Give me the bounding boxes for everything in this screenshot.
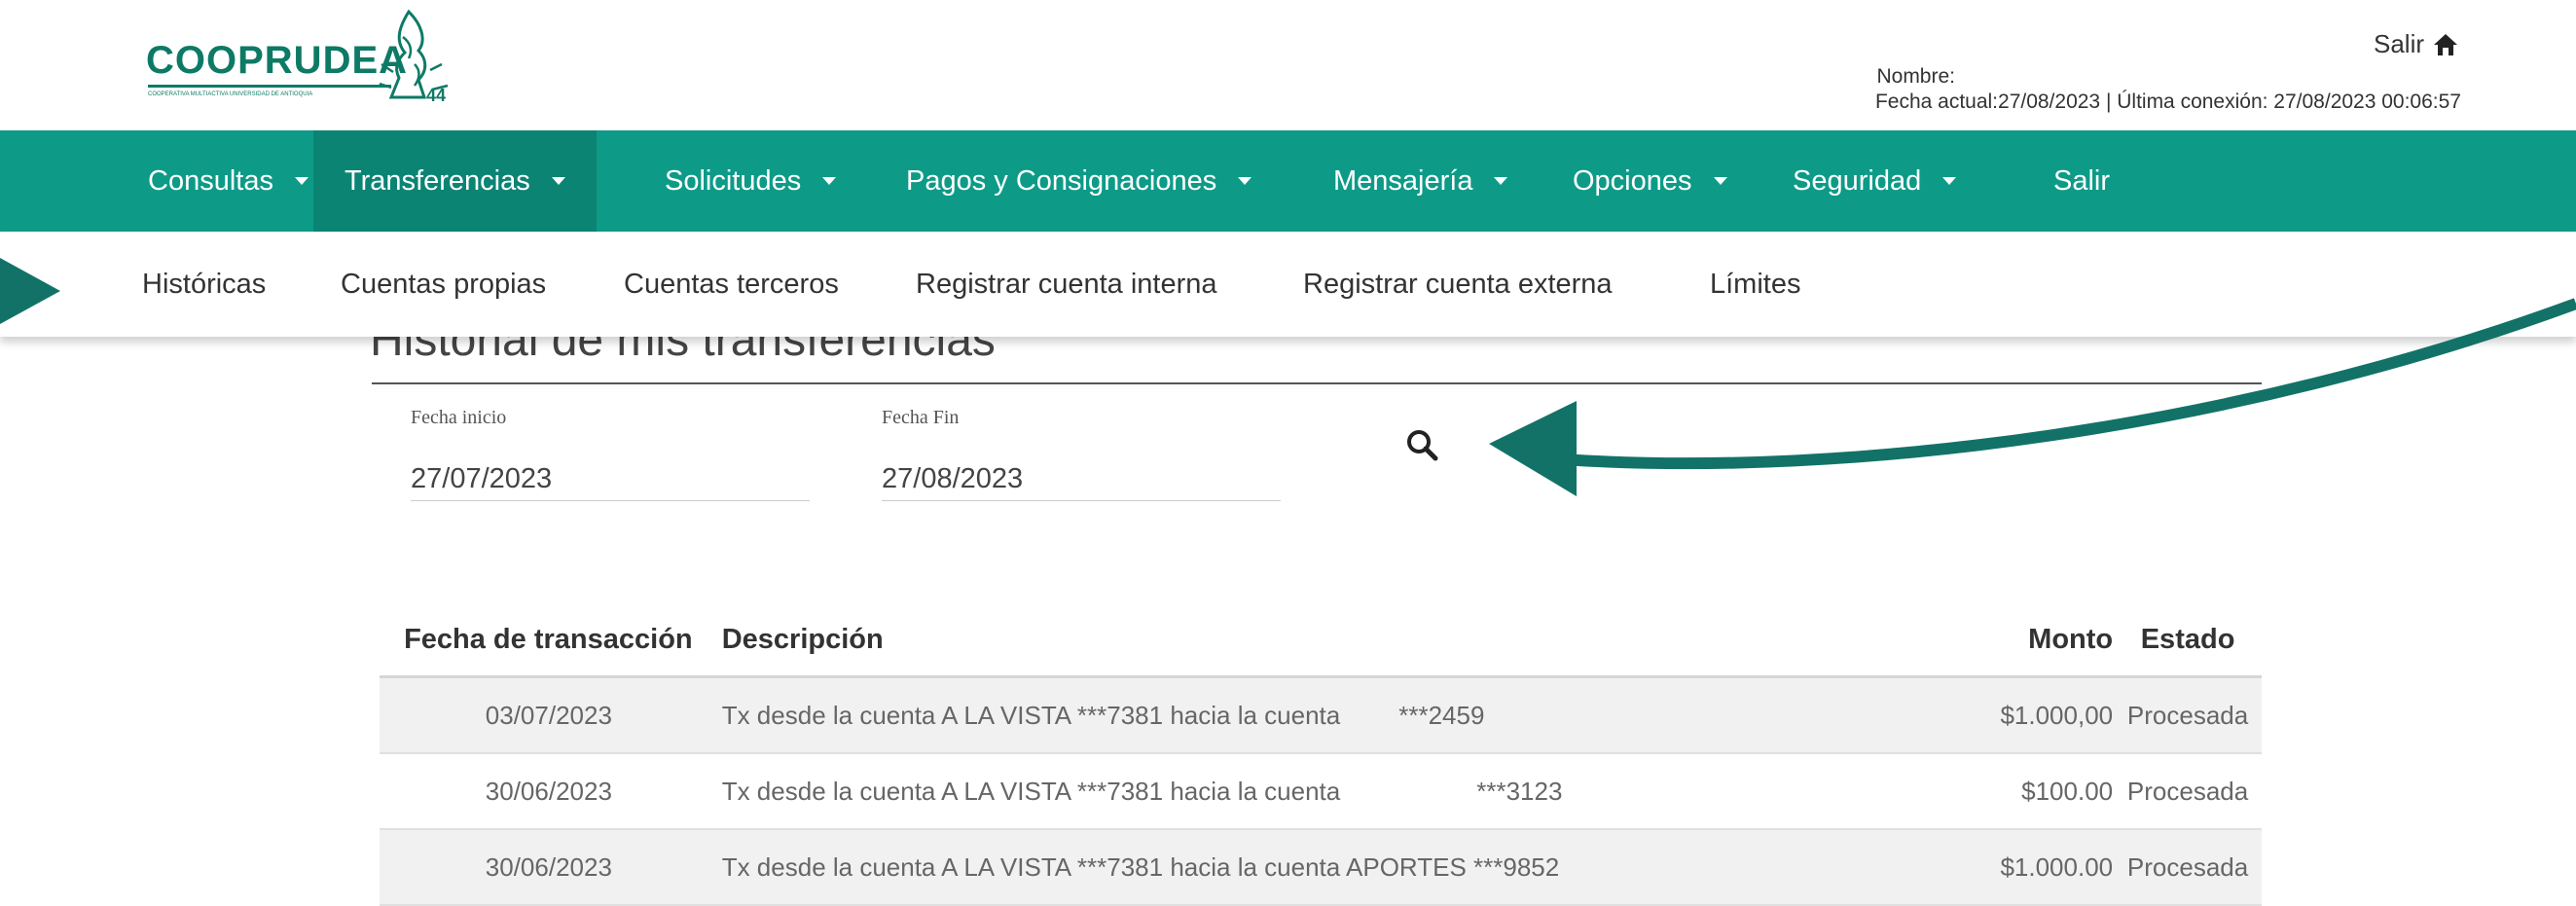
cell-status: Procesada [2114,676,2262,754]
table-row[interactable]: 30/06/2023 Tx desde la cuenta A LA VISTA… [380,753,2262,830]
nav-mensajeria-label: Mensajería [1333,164,1473,197]
start-date-label: Fecha inicio [411,407,507,428]
nav-seguridad[interactable]: Seguridad [1793,130,1957,232]
nav-pagos-label: Pagos y Consignaciones [906,164,1217,197]
column-header-amount[interactable]: Monto [1937,603,2115,678]
cell-description: Tx desde la cuenta A LA VISTA ***7381 ha… [717,676,1938,754]
home-icon [2434,33,2457,55]
table-header-row: Fecha de transacción Descripción Monto E… [380,603,2262,678]
chevron-down-icon [551,177,565,185]
brand-tagline: COOPERATIVA MULTIACTIVA UNIVERSIDAD DE A… [148,91,313,97]
user-session-info: Nombre: Fecha actual:27/08/2023 | Última… [1875,64,2461,115]
pointer-arrow-left [0,258,60,324]
start-date-input[interactable] [411,457,810,501]
chevron-down-icon [1942,177,1957,185]
cell-amount: $1.000,00 [1937,676,2115,754]
chevron-down-icon [1238,177,1252,185]
subnav-registrar-externa[interactable]: Registrar cuenta externa [1303,232,1613,337]
subnav-limites[interactable]: Límites [1710,232,1800,337]
description-text: Tx desde la cuenta A LA VISTA ***7381 ha… [721,776,1341,806]
cell-description: Tx desde la cuenta A LA VISTA ***7381 ha… [717,753,1938,830]
column-header-description[interactable]: Descripción [717,603,1938,678]
nav-opciones-label: Opciones [1573,164,1692,197]
search-button[interactable] [1399,422,1446,469]
subnav-historicas[interactable]: Históricas [142,232,266,337]
nav-consultas[interactable]: Consultas [148,130,308,232]
cell-amount: $1.000.00 [1937,829,2115,906]
subnav-registrar-interna[interactable]: Registrar cuenta interna [916,232,1217,337]
nav-mensajeria[interactable]: Mensajería [1333,130,1508,232]
chevron-down-icon [294,177,308,185]
nav-salir-label: Salir [2053,164,2111,197]
brand-underline [148,85,391,88]
nav-transferencias-label: Transferencias [345,164,530,197]
subnav-cuentas-terceros[interactable]: Cuentas terceros [624,232,839,337]
brand-logo[interactable]: COOPRUDEA COOPERATIVA MULTIACTIVA UNIVER… [146,8,457,103]
main-nav: Consultas Transferencias Solicitudes Pag… [0,130,2576,232]
cell-date: 03/07/2023 [380,676,718,754]
nav-solicitudes[interactable]: Solicitudes [665,130,837,232]
description-destination: ***2459 [1398,700,1485,730]
nav-transferencias[interactable]: Transferencias [313,130,597,232]
description-text: Tx desde la cuenta A LA VISTA ***7381 ha… [721,700,1341,730]
nav-seguridad-label: Seguridad [1793,164,1922,197]
chevron-down-icon [1713,177,1727,185]
title-divider [372,382,2262,384]
user-name-label: Nombre: [1876,65,1955,88]
chevron-down-icon [1494,177,1508,185]
logo-figure-icon: 44 [379,9,449,103]
cell-description: Tx desde la cuenta A LA VISTA ***7381 ha… [717,829,1938,906]
column-header-status[interactable]: Estado [2114,603,2262,678]
nav-pagos[interactable]: Pagos y Consignaciones [906,130,1252,232]
table-row[interactable]: 03/07/2023 Tx desde la cuenta A LA VISTA… [380,676,2262,754]
top-exit-link[interactable]: Salir [2374,29,2459,59]
cell-status: Procesada [2114,829,2262,906]
sub-nav: Históricas Cuentas propias Cuentas terce… [0,232,2576,337]
session-dates: Fecha actual:27/08/2023 | Última conexió… [1874,91,2461,113]
cell-status: Procesada [2114,753,2262,830]
svg-text:44: 44 [426,86,446,103]
description-destination: ***3123 [1476,776,1563,806]
search-icon [1407,430,1438,461]
cell-amount: $100.00 [1937,753,2115,830]
nav-opciones[interactable]: Opciones [1573,130,1727,232]
description-text: Tx desde la cuenta A LA VISTA ***7381 ha… [721,852,1560,882]
end-date-label: Fecha Fin [882,407,960,428]
nav-solicitudes-label: Solicitudes [665,164,802,197]
chevron-down-icon [822,177,837,185]
cell-date: 30/06/2023 [380,753,718,830]
top-exit-label: Salir [2373,29,2424,58]
table-row[interactable]: 30/06/2023 Tx desde la cuenta A LA VISTA… [380,829,2262,906]
transactions-table: Fecha de transacción Descripción Monto E… [380,603,2262,906]
nav-consultas-label: Consultas [148,164,273,197]
column-header-date[interactable]: Fecha de transacción [380,603,718,678]
brand-name: COOPRUDEA [146,39,409,82]
nav-salir[interactable]: Salir [2053,130,2110,232]
end-date-input[interactable] [882,457,1281,501]
cell-date: 30/06/2023 [380,829,718,906]
subnav-cuentas-propias[interactable]: Cuentas propias [341,232,546,337]
